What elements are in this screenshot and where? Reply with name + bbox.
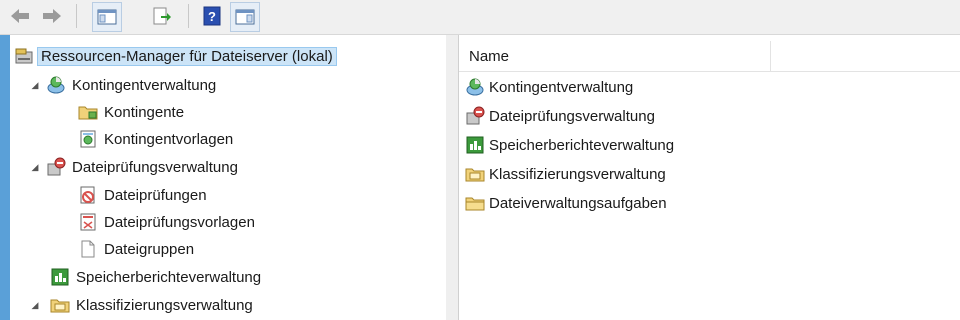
window-edge	[0, 35, 10, 320]
tree-item-label: Kontingente	[104, 103, 185, 121]
column-header-name[interactable]: Name	[459, 41, 960, 72]
quota-templates-icon	[80, 130, 96, 148]
column-header-label: Name	[469, 47, 510, 65]
tree-item-root[interactable]: Ressourcen-Manager für Dateiserver (loka…	[14, 43, 337, 69]
list-item-label: Klassifizierungsverwaltung	[489, 165, 666, 183]
tree-item-dateipruefungsverwaltung[interactable]: Dateiprüfungsverwaltung	[46, 154, 238, 180]
list-item-klassifizierungsverwaltung[interactable]: Klassifizierungsverwaltung	[465, 160, 666, 188]
help-button[interactable]: ?	[198, 2, 226, 30]
forward-button[interactable]	[38, 2, 66, 30]
show-hide-action-pane-button[interactable]	[230, 2, 260, 32]
quota-management-icon	[466, 78, 484, 96]
back-button[interactable]	[6, 2, 34, 30]
tree-item-dateipruefungsvorlagen[interactable]: Dateiprüfungsvorlagen	[78, 209, 255, 235]
list-item-label: Dateiprüfungsverwaltung	[489, 107, 655, 125]
list-item-dateiverwaltungsaufgaben[interactable]: Dateiverwaltungsaufgaben	[465, 189, 667, 217]
expander-klassifizierungsverwaltung[interactable]: ◢	[30, 300, 40, 310]
file-screen-templates-icon	[80, 213, 96, 231]
tree-item-label: Dateigruppen	[104, 240, 195, 258]
tree-item-label: Kontingentverwaltung	[72, 76, 217, 94]
toolbar: ?	[0, 0, 960, 35]
tree-item-dateigruppen[interactable]: Dateigruppen	[78, 236, 194, 262]
storage-reports-icon	[51, 268, 69, 286]
tree-item-dateipruefungen[interactable]: Dateiprüfungen	[78, 182, 207, 208]
show-hide-action-pane-icon	[235, 9, 255, 25]
file-groups-icon	[81, 240, 95, 258]
quotas-folder-icon	[78, 106, 98, 120]
show-hide-console-tree-icon	[97, 9, 117, 25]
svg-text:?: ?	[208, 9, 216, 24]
tree-item-klassifizierungsverwaltung[interactable]: Klassifizierungsverwaltung	[50, 292, 253, 318]
help-icon: ?	[203, 6, 221, 26]
tree-item-label: Klassifizierungsverwaltung	[76, 296, 253, 314]
classification-management-icon	[50, 299, 70, 313]
results-pane: Name Kontingentverwaltung Dateiprüfungsv…	[459, 35, 960, 320]
tree-item-label: Dateiprüfungen	[104, 186, 207, 204]
list-item-dateipruefungsverwaltung[interactable]: Dateiprüfungsverwaltung	[465, 102, 655, 130]
column-divider[interactable]	[770, 41, 771, 71]
tree-item-label: Speicherberichteverwaltung	[76, 268, 262, 286]
classification-management-icon	[465, 168, 485, 182]
tree-item-speicherberichteverwaltung[interactable]: Speicherberichteverwaltung	[50, 264, 261, 290]
expander-kontingentverwaltung[interactable]: ◢	[30, 80, 40, 90]
pane-splitter[interactable]	[446, 35, 459, 320]
tree-item-kontingentverwaltung[interactable]: Kontingentverwaltung	[46, 72, 216, 98]
export-list-button[interactable]	[148, 2, 176, 30]
tree-item-label: Ressourcen-Manager für Dateiserver (loka…	[37, 46, 337, 66]
storage-reports-icon	[466, 136, 484, 154]
list-item-label: Dateiverwaltungsaufgaben	[489, 194, 667, 212]
tree-item-label: Kontingentvorlagen	[104, 130, 234, 148]
tree-item-kontingente[interactable]: Kontingente	[78, 99, 184, 125]
list-item-label: Speicherberichteverwaltung	[489, 136, 675, 154]
file-screening-icon	[466, 106, 485, 125]
forward-arrow-icon	[43, 9, 61, 23]
list-item-kontingentverwaltung[interactable]: Kontingentverwaltung	[465, 73, 633, 101]
file-screens-icon	[80, 186, 95, 204]
server-resource-manager-icon	[15, 48, 33, 64]
tree-item-kontingentvorlagen[interactable]: Kontingentvorlagen	[78, 126, 233, 152]
expander-dateipruefungsverwaltung[interactable]: ◢	[30, 162, 40, 172]
list-item-speicherberichteverwaltung[interactable]: Speicherberichteverwaltung	[465, 131, 674, 159]
file-screening-icon	[47, 157, 66, 176]
show-hide-console-tree-button[interactable]	[92, 2, 122, 32]
export-list-icon	[153, 7, 171, 25]
back-arrow-icon	[11, 9, 29, 23]
quota-management-icon	[47, 76, 65, 94]
list-item-label: Kontingentverwaltung	[489, 78, 634, 96]
file-management-tasks-icon	[465, 197, 485, 211]
tree-item-label: Dateiprüfungsvorlagen	[104, 213, 255, 231]
console-tree: Ressourcen-Manager für Dateiserver (loka…	[0, 35, 447, 320]
tree-item-label: Dateiprüfungsverwaltung	[72, 158, 238, 176]
